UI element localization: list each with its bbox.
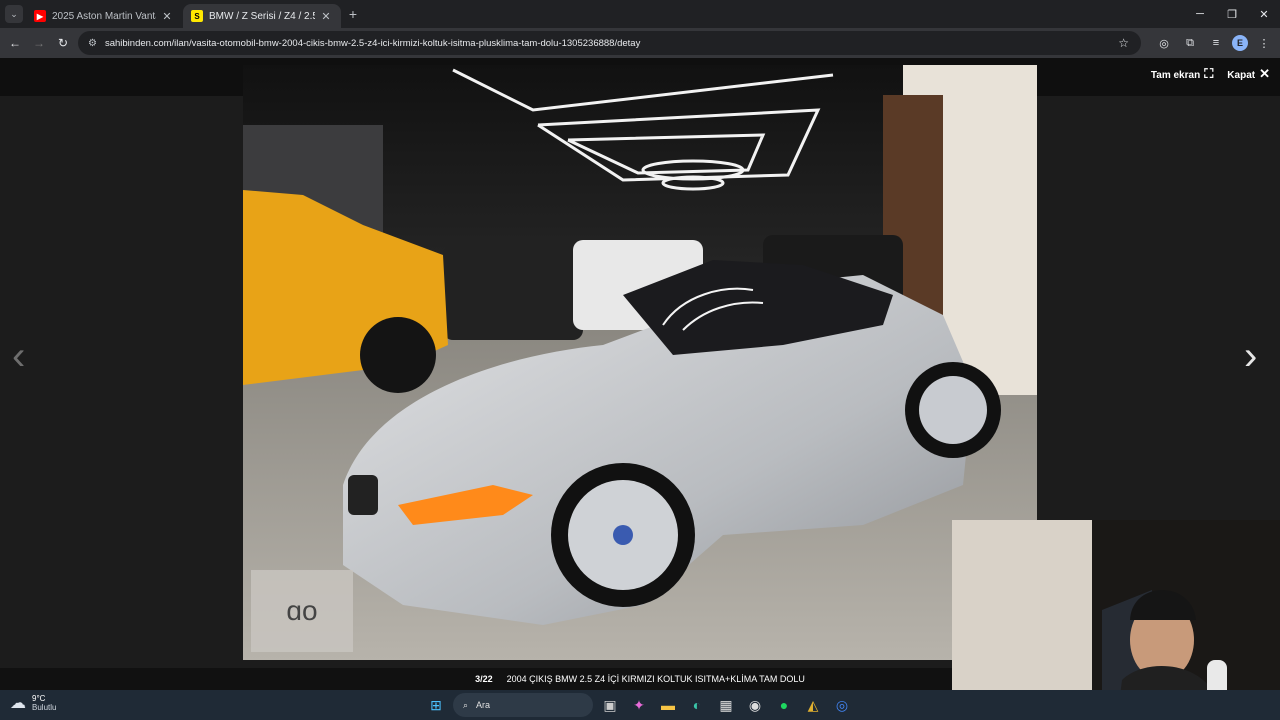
previous-photo-arrow-icon[interactable]: ‹ bbox=[12, 336, 25, 376]
fullscreen-button[interactable]: Tam ekran ⛶ bbox=[1151, 66, 1213, 82]
windows-taskbar: ☁ 9°C Bulutlu ⊞ ⌕ Ara ▣ ✦ ▬ ◐ ▦ ◉ ● ◭ ◎ bbox=[0, 690, 1280, 720]
taskbar-apps: ⊞ ⌕ Ara ▣ ✦ ▬ ◐ ▦ ◉ ● ◭ ◎ bbox=[424, 693, 854, 717]
close-tab-icon[interactable]: ✕ bbox=[319, 10, 333, 23]
svg-text:ɑo: ɑo bbox=[286, 595, 317, 626]
restore-icon[interactable]: ❐ bbox=[1216, 0, 1248, 28]
chrome-icon[interactable]: ◎ bbox=[830, 693, 854, 717]
close-icon: ✕ bbox=[1259, 66, 1270, 81]
store-icon[interactable]: ▦ bbox=[714, 693, 738, 717]
next-photo-arrow-icon[interactable]: › bbox=[1244, 336, 1257, 376]
menu-icon[interactable]: ⋮ bbox=[1254, 33, 1274, 53]
caption-text: 2004 ÇIKIŞ BMW 2.5 Z4 İÇİ KIRMIZI KOLTUK… bbox=[506, 674, 805, 684]
app-yellow-icon[interactable]: ◭ bbox=[801, 693, 825, 717]
weather-widget[interactable]: ☁ 9°C Bulutlu bbox=[10, 693, 56, 713]
tab-bmw-z4[interactable]: S BMW / Z Serisi / Z4 / 2.5 / 2004 ✕ bbox=[183, 4, 341, 28]
listing-photo: ɑo bbox=[243, 65, 1037, 660]
fullscreen-icon: ⛶ bbox=[1204, 66, 1214, 81]
close-label: Kapat bbox=[1227, 70, 1256, 81]
taskbar-search[interactable]: ⌕ Ara bbox=[453, 693, 593, 717]
profile-avatar[interactable]: E bbox=[1232, 35, 1248, 51]
bookmark-star-icon[interactable]: ☆ bbox=[1118, 36, 1129, 50]
close-viewer-button[interactable]: Kapat ✕ bbox=[1227, 66, 1270, 82]
tab-search-button[interactable]: ⌄ bbox=[0, 0, 28, 28]
file-explorer-icon[interactable]: ▬ bbox=[656, 693, 680, 717]
search-placeholder: Ara bbox=[476, 700, 491, 710]
tab-aston-martin[interactable]: ▶ 2025 Aston Martin Vantage // 2 ✕ bbox=[26, 4, 182, 28]
search-icon: ⌕ bbox=[463, 699, 469, 710]
back-icon[interactable]: ← bbox=[3, 31, 27, 55]
close-window-icon[interactable]: ✕ bbox=[1248, 0, 1280, 28]
copilot-icon[interactable]: ✦ bbox=[627, 693, 651, 717]
weather-condition: Bulutlu bbox=[32, 703, 57, 712]
tab-search-icon[interactable]: ≡ bbox=[1206, 33, 1226, 53]
chevron-down-icon: ⌄ bbox=[5, 5, 23, 23]
toolbar-actions: ◎ ⧉ ≡ E ⋮ bbox=[1154, 31, 1274, 55]
windows-start-icon[interactable]: ⊞ bbox=[424, 693, 448, 717]
weather-temp: 9°C bbox=[32, 694, 46, 703]
browser-toolbar: ← → ↻ ⚙ sahibinden.com/ilan/vasita-otomo… bbox=[0, 28, 1280, 58]
site-info-icon[interactable]: ⚙ bbox=[88, 38, 97, 49]
app-icon[interactable]: ◉ bbox=[743, 693, 767, 717]
cloud-icon: ☁ bbox=[10, 695, 26, 712]
youtube-icon: ▶ bbox=[34, 10, 46, 22]
spotify-icon[interactable]: ● bbox=[772, 693, 796, 717]
close-tab-icon[interactable]: ✕ bbox=[160, 10, 174, 23]
minimize-icon[interactable]: ─ bbox=[1184, 0, 1216, 28]
address-bar[interactable]: ⚙ sahibinden.com/ilan/vasita-otomobil-bm… bbox=[78, 31, 1141, 55]
reload-icon[interactable]: ↻ bbox=[51, 31, 75, 55]
window-controls: ─ ❐ ✕ bbox=[1184, 0, 1280, 28]
tab-strip: ⌄ ▶ 2025 Aston Martin Vantage // 2 ✕ S B… bbox=[0, 0, 1280, 28]
extensions-icon[interactable]: ⧉ bbox=[1180, 33, 1200, 53]
new-tab-button[interactable]: + bbox=[345, 6, 361, 22]
lens-icon[interactable]: ◎ bbox=[1154, 33, 1174, 53]
tab-title: BMW / Z Serisi / Z4 / 2.5 / 2004 bbox=[209, 10, 315, 22]
edge-icon[interactable]: ◐ bbox=[685, 693, 709, 717]
tab-title: 2025 Aston Martin Vantage // 2 bbox=[52, 10, 156, 22]
url-text: sahibinden.com/ilan/vasita-otomobil-bmw-… bbox=[104, 37, 641, 49]
viewer-actions: Tam ekran ⛶ Kapat ✕ bbox=[1151, 66, 1270, 82]
car-photo-illustration: ɑo bbox=[243, 65, 1037, 660]
fullscreen-label: Tam ekran bbox=[1150, 70, 1201, 81]
forward-icon[interactable]: → bbox=[27, 31, 51, 55]
task-view-icon[interactable]: ▣ bbox=[598, 693, 622, 717]
sahibinden-icon: S bbox=[191, 10, 203, 22]
photo-counter: 3/22 bbox=[475, 674, 493, 684]
